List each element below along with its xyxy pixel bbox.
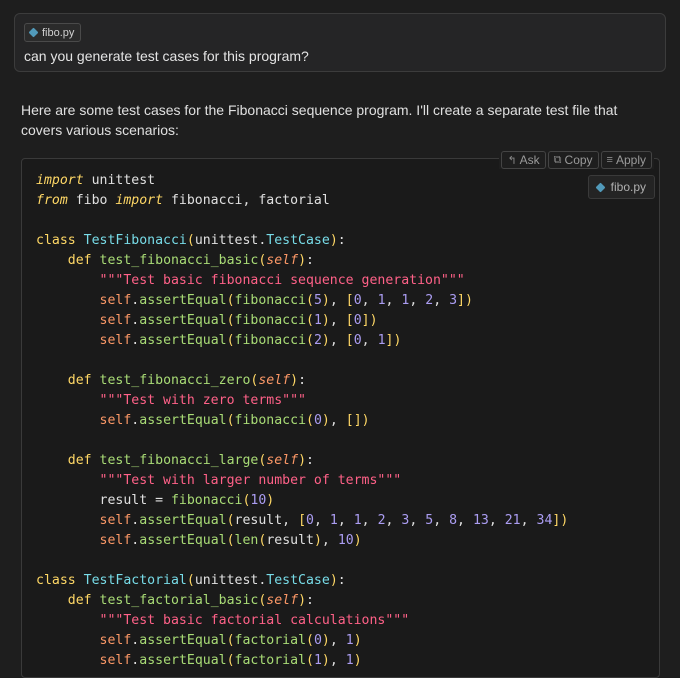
assistant-response-text: Here are some test cases for the Fibonac… [21, 102, 618, 138]
code-line: """Test basic fibonacci sequence generat… [99, 273, 465, 288]
code-line: """Test with zero terms""" [99, 393, 306, 408]
code-line: self.assertEqual(factorial(1), 1) [99, 653, 362, 668]
code-line: import unittest [36, 173, 156, 188]
code-content: import unittest from fibo import fibonacc… [36, 171, 568, 671]
file-context-chip[interactable]: fibo.py [24, 23, 82, 42]
ask-button[interactable]: ↰ Ask [501, 151, 546, 169]
copy-button-label: Copy [564, 153, 593, 167]
apply-button-label: Apply [615, 153, 646, 167]
code-line: self.assertEqual(factorial(0), 1) [99, 633, 362, 648]
code-line: def test_fibonacci_basic(self): [67, 253, 314, 268]
copy-button[interactable]: ⧉ Copy [547, 151, 599, 169]
code-line: def test_fibonacci_large(self): [67, 453, 314, 468]
code-line: from fibo import fibonacci, factorial [36, 193, 330, 208]
code-file-chip[interactable]: fibo.py [587, 175, 655, 199]
code-line: class TestFibonacci(unittest.TestCase): [36, 233, 346, 248]
code-line: """Test with larger number of terms""" [99, 473, 402, 488]
apply-button[interactable]: ≡ Apply [600, 151, 652, 169]
code-block: ↰ Ask ⧉ Copy ≡ Apply fibo.py import unit… [21, 151, 660, 678]
user-message-text: can you generate test cases for this pro… [24, 48, 309, 64]
code-line: self.assertEqual(fibonacci(5), [0, 1, 1,… [99, 293, 473, 308]
user-message: fibo.py can you generate test cases for … [14, 13, 666, 72]
code-line: self.assertEqual(fibonacci(0), []) [99, 413, 370, 428]
file-chip-label: fibo.py [42, 26, 75, 39]
code-line: self.assertEqual(len(result), 10) [99, 533, 362, 548]
ask-button-label: Ask [519, 153, 540, 167]
python-file-icon [28, 27, 39, 38]
python-file-icon [595, 182, 606, 192]
code-file-chip-label: fibo.py [610, 180, 646, 194]
code-line: self.assertEqual(fibonacci(2), [0, 1]) [99, 333, 402, 348]
code-line: def test_factorial_basic(self): [67, 593, 314, 608]
code-line: def test_fibonacci_zero(self): [67, 373, 307, 388]
code-line: self.assertEqual(result, [0, 1, 1, 2, 3,… [99, 513, 569, 528]
code-block-toolbar: ↰ Ask ⧉ Copy ≡ Apply [499, 151, 654, 169]
code-line: result = fibonacci(10) [36, 493, 275, 508]
code-line: """Test basic factorial calculations""" [99, 613, 410, 628]
apply-icon: ≡ [606, 154, 613, 166]
reply-icon: ↰ [507, 154, 517, 167]
copy-icon: ⧉ [553, 153, 562, 166]
code-line: self.assertEqual(fibonacci(1), [0]) [99, 313, 378, 328]
code-line: class TestFactorial(unittest.TestCase): [36, 573, 346, 588]
